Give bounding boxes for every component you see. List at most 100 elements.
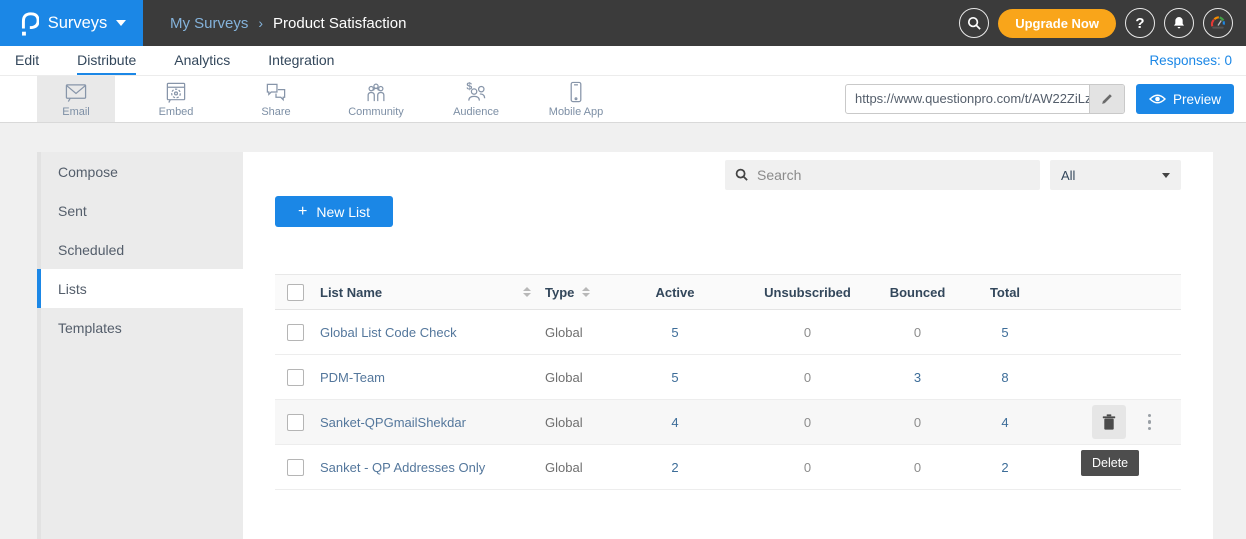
search-button[interactable] <box>959 8 989 38</box>
community-icon <box>363 81 389 104</box>
filter-selected-value: All <box>1061 168 1075 183</box>
list-name-link[interactable]: PDM-Team <box>320 370 385 385</box>
list-type: Global <box>545 415 605 430</box>
sidebar-item-sent[interactable]: Sent <box>37 191 243 230</box>
channel-mobile-app[interactable]: Mobile App <box>537 76 615 122</box>
dashboard-gauge-button[interactable] <box>1203 8 1233 38</box>
sidebar-item-lists[interactable]: Lists <box>37 269 243 308</box>
filter-row: All <box>275 160 1181 190</box>
tab-analytics[interactable]: Analytics <box>174 46 230 75</box>
pencil-icon <box>1100 92 1114 106</box>
mobile-app-icon <box>563 81 589 104</box>
bounced-count: 0 <box>870 460 965 475</box>
bell-icon <box>1171 15 1187 31</box>
search-icon <box>967 16 982 31</box>
product-name: Surveys <box>48 14 108 33</box>
unsubscribed-count: 0 <box>745 415 870 430</box>
row-checkbox[interactable] <box>287 459 304 476</box>
channel-label: Mobile App <box>549 106 603 118</box>
list-type: Global <box>545 370 605 385</box>
channel-audience[interactable]: $ Audience <box>437 76 515 122</box>
surveys-product-switcher[interactable]: Surveys <box>0 0 143 46</box>
bounced-count: 0 <box>870 325 965 340</box>
channel-embed[interactable]: Embed <box>137 76 215 122</box>
questionpro-logo <box>17 9 39 37</box>
lists-panel: All + New List List Name Type Active <box>243 152 1213 539</box>
gauge-icon <box>1209 14 1227 32</box>
active-count[interactable]: 5 <box>605 325 745 340</box>
survey-tab-bar: Edit Distribute Analytics Integration Re… <box>0 46 1246 76</box>
responses-count[interactable]: Responses: 0 <box>1149 53 1232 68</box>
new-list-label: New List <box>316 204 370 220</box>
survey-url-value[interactable]: https://www.questionpro.com/t/AW22ZiLz6 <box>846 85 1089 113</box>
breadcrumb-my-surveys[interactable]: My Surveys <box>170 15 248 32</box>
email-sidebar: Compose Sent Scheduled Lists Templates <box>37 152 243 539</box>
channel-email[interactable]: Email <box>37 76 115 122</box>
channel-label: Email <box>62 106 90 118</box>
total-count[interactable]: 5 <box>965 325 1045 340</box>
lists-table: List Name Type Active Unsubscribed Bounc… <box>275 274 1181 490</box>
preview-label: Preview <box>1173 92 1221 107</box>
column-header-unsubscribed: Unsubscribed <box>745 285 870 300</box>
channel-label: Share <box>261 106 290 118</box>
sort-list-name-icon[interactable] <box>523 287 531 297</box>
edit-url-button[interactable] <box>1089 85 1124 113</box>
sidebar-item-templates[interactable]: Templates <box>37 308 243 347</box>
list-name-link[interactable]: Sanket - QP Addresses Only <box>320 460 485 475</box>
channel-share[interactable]: Share <box>237 76 315 122</box>
active-count[interactable]: 2 <box>605 460 745 475</box>
embed-icon <box>163 81 189 104</box>
delete-list-button[interactable] <box>1092 405 1126 439</box>
sidebar-item-compose[interactable]: Compose <box>37 152 243 191</box>
topbar: My Surveys › Product Satisfaction Upgrad… <box>143 0 1246 46</box>
search-icon <box>735 168 749 182</box>
table-row: Global List Code Check Global 5 0 0 5 <box>275 310 1181 355</box>
channel-label: Audience <box>453 106 499 118</box>
table-row: Sanket - QP Addresses Only Global 2 0 0 … <box>275 445 1181 490</box>
survey-url-group: https://www.questionpro.com/t/AW22ZiLz6 … <box>845 76 1246 122</box>
tab-edit[interactable]: Edit <box>15 46 39 75</box>
total-count[interactable]: 2 <box>965 460 1045 475</box>
total-count[interactable]: 8 <box>965 370 1045 385</box>
tab-integration[interactable]: Integration <box>268 46 334 75</box>
breadcrumb-separator: › <box>258 15 263 31</box>
app-header: Surveys My Surveys › Product Satisfactio… <box>0 0 1246 46</box>
bounced-count[interactable]: 3 <box>870 370 965 385</box>
survey-url-box: https://www.questionpro.com/t/AW22ZiLz6 <box>845 84 1125 114</box>
eye-icon <box>1149 93 1166 105</box>
sidebar-item-scheduled[interactable]: Scheduled <box>37 230 243 269</box>
list-name-link[interactable]: Sanket-QPGmailShekdar <box>320 415 466 430</box>
channel-label: Embed <box>159 106 194 118</box>
tab-distribute[interactable]: Distribute <box>77 46 136 75</box>
list-filter-dropdown[interactable]: All <box>1050 160 1181 190</box>
list-type: Global <box>545 460 605 475</box>
unsubscribed-count: 0 <box>745 460 870 475</box>
main-area: Compose Sent Scheduled Lists Templates A… <box>0 123 1246 539</box>
active-count[interactable]: 4 <box>605 415 745 430</box>
column-header-active: Active <box>605 285 745 300</box>
audience-icon: $ <box>463 81 489 104</box>
active-count[interactable]: 5 <box>605 370 745 385</box>
column-header-bounced: Bounced <box>870 285 965 300</box>
list-type: Global <box>545 325 605 340</box>
preview-button[interactable]: Preview <box>1136 84 1234 114</box>
total-count[interactable]: 4 <box>965 415 1045 430</box>
row-checkbox[interactable] <box>287 369 304 386</box>
notifications-button[interactable] <box>1164 8 1194 38</box>
column-header-type: Type <box>545 285 574 300</box>
list-name-link[interactable]: Global List Code Check <box>320 325 457 340</box>
upgrade-now-button[interactable]: Upgrade Now <box>998 9 1116 38</box>
new-list-button[interactable]: + New List <box>275 196 393 227</box>
select-all-checkbox[interactable] <box>287 284 304 301</box>
row-more-menu[interactable] <box>1144 410 1156 435</box>
delete-tooltip: Delete <box>1081 450 1139 476</box>
channel-community[interactable]: Community <box>337 76 415 122</box>
sort-type-icon[interactable] <box>582 287 590 297</box>
help-button[interactable]: ? <box>1125 8 1155 38</box>
list-search-box <box>725 160 1040 190</box>
row-checkbox[interactable] <box>287 414 304 431</box>
row-checkbox[interactable] <box>287 324 304 341</box>
email-icon <box>63 81 89 104</box>
search-input[interactable] <box>757 167 1030 183</box>
channel-label: Community <box>348 106 404 118</box>
